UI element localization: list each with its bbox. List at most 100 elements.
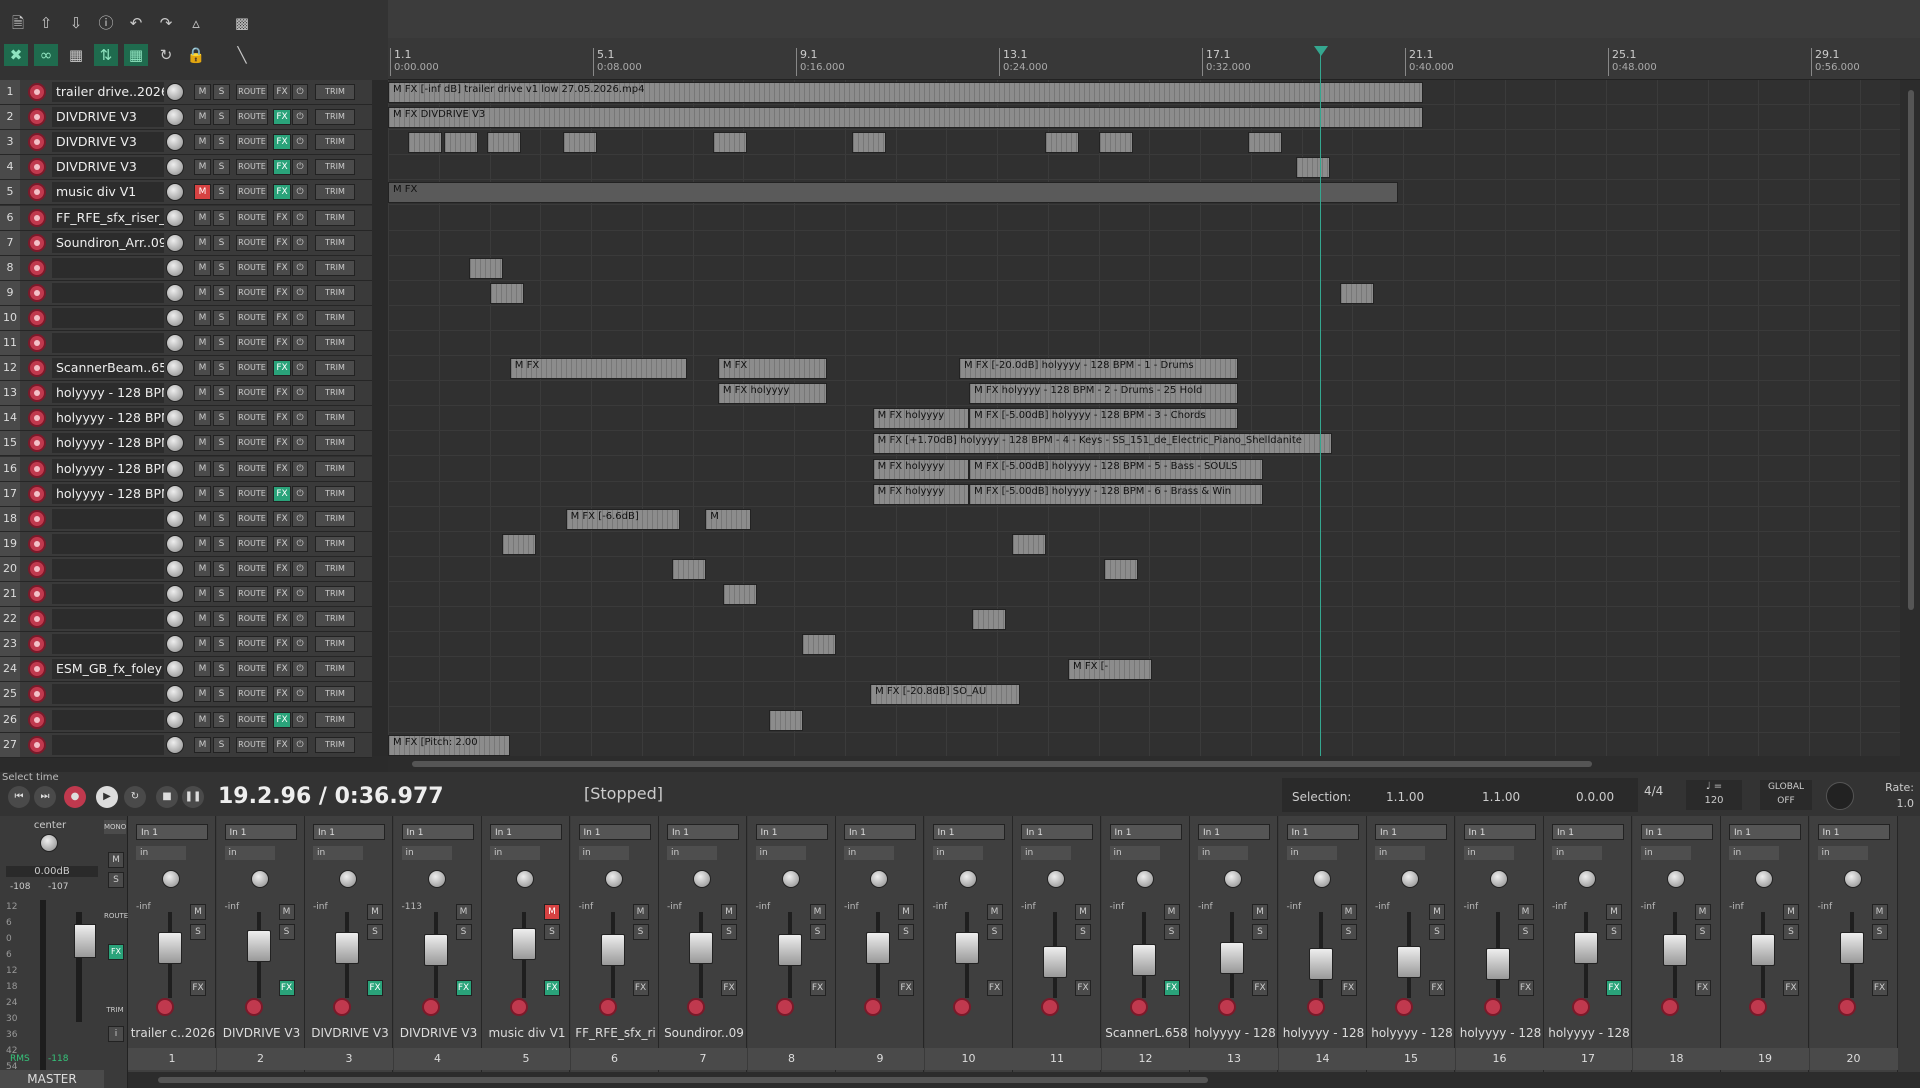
- volume-knob[interactable]: [166, 183, 184, 202]
- solo-button[interactable]: S: [213, 284, 230, 301]
- volume-knob[interactable]: [166, 409, 184, 428]
- strip-mute-button[interactable]: M: [367, 904, 383, 920]
- trim-button[interactable]: TRIM: [315, 234, 355, 251]
- record-arm-icon[interactable]: [28, 334, 46, 352]
- redo-icon[interactable]: ↷: [154, 12, 178, 34]
- strip-fx-button[interactable]: FX: [632, 980, 649, 996]
- strip-mute-button[interactable]: M: [986, 904, 1003, 920]
- track-name[interactable]: ScannerBeam..658: [52, 358, 164, 379]
- volume-fader[interactable]: [158, 932, 182, 964]
- media-item-small[interactable]: [1296, 157, 1331, 179]
- strip-record-arm-icon[interactable]: [864, 998, 882, 1016]
- track-name[interactable]: DIVDRIVE V3: [52, 157, 164, 178]
- solo-button[interactable]: S: [213, 711, 230, 728]
- volume-fader[interactable]: [335, 932, 359, 964]
- media-item[interactable]: M FX DIVDRIVE V3: [388, 107, 1424, 129]
- mute-button[interactable]: M: [194, 611, 211, 628]
- record-arm-icon[interactable]: [28, 559, 46, 578]
- fx-button[interactable]: FX: [273, 284, 291, 301]
- strip-mute-button[interactable]: M: [1871, 904, 1888, 920]
- media-item[interactable]: M FX: [717, 358, 827, 380]
- strip-mute-button[interactable]: M: [809, 904, 826, 920]
- mute-button[interactable]: M: [194, 586, 211, 602]
- strip-name[interactable]: trailer c..2026: [130, 1026, 216, 1040]
- fx-button[interactable]: FX: [273, 586, 291, 602]
- input-monitor-select[interactable]: in: [136, 846, 186, 860]
- solo-button[interactable]: S: [213, 109, 230, 126]
- mute-button[interactable]: M: [194, 711, 211, 728]
- mute-button[interactable]: M: [194, 385, 211, 402]
- strip-solo-button[interactable]: S: [1871, 924, 1888, 940]
- strip-record-arm-icon[interactable]: [1483, 998, 1502, 1016]
- route-button[interactable]: ROUTE: [236, 385, 268, 402]
- solo-button[interactable]: S: [213, 385, 230, 402]
- snap-grid-icon[interactable]: ▦: [64, 44, 88, 66]
- ruler-marker[interactable]: 1.1 0:00.000: [390, 48, 439, 76]
- solo-button[interactable]: S: [213, 636, 230, 653]
- strip-mute-button[interactable]: M: [1252, 904, 1268, 920]
- volume-knob[interactable]: [166, 108, 184, 127]
- selection-display[interactable]: Selection: 1.1.00 1.1.00 0.0.00: [1282, 778, 1638, 812]
- pan-knob[interactable]: [1489, 870, 1508, 888]
- master-route-button[interactable]: ROUTE: [104, 912, 128, 922]
- input-monitor-select[interactable]: in: [401, 846, 452, 860]
- track-lane[interactable]: [388, 733, 1900, 756]
- track-name[interactable]: DIVDRIVE V3: [52, 132, 164, 153]
- solo-button[interactable]: S: [213, 460, 230, 477]
- ripple-edit-icon[interactable]: ✖: [4, 44, 28, 66]
- mixer-scroll-thumb[interactable]: [158, 1077, 1208, 1083]
- track-lane[interactable]: [388, 532, 1900, 557]
- route-button[interactable]: ROUTE: [236, 134, 268, 151]
- strip-mute-button[interactable]: M: [721, 904, 737, 920]
- strip-record-arm-icon[interactable]: [156, 998, 174, 1016]
- volume-knob[interactable]: [166, 158, 184, 177]
- strip-fx-button[interactable]: FX: [278, 980, 295, 996]
- strip-fx-button[interactable]: FX: [544, 980, 560, 996]
- volume-knob[interactable]: [166, 660, 184, 679]
- track-lane[interactable]: [388, 281, 1900, 306]
- input-select[interactable]: In 1: [932, 824, 1005, 840]
- record-arm-icon[interactable]: [28, 534, 46, 553]
- volume-fader[interactable]: [1397, 946, 1421, 978]
- input-select[interactable]: In 1: [313, 824, 385, 840]
- fx-bypass-icon[interactable]: ⏻: [292, 184, 308, 201]
- input-monitor-select[interactable]: in: [224, 846, 275, 860]
- input-monitor-select[interactable]: in: [1198, 846, 1248, 860]
- mute-button[interactable]: M: [194, 410, 211, 427]
- volume-knob[interactable]: [166, 384, 184, 403]
- fx-bypass-icon[interactable]: ⏻: [292, 335, 308, 351]
- media-item-small[interactable]: [1012, 533, 1047, 555]
- strip-solo-button[interactable]: S: [455, 924, 472, 940]
- track-header[interactable]: 9 M S ROUTE FX ⏻ TRIM: [0, 280, 372, 306]
- track-lane[interactable]: [388, 708, 1900, 733]
- mute-button[interactable]: M: [194, 159, 211, 176]
- record-arm-icon[interactable]: [28, 233, 46, 252]
- volume-knob[interactable]: [166, 685, 184, 704]
- fx-bypass-icon[interactable]: ⏻: [292, 159, 308, 176]
- fx-bypass-icon[interactable]: ⏻: [292, 711, 308, 728]
- media-item-small[interactable]: [486, 132, 521, 154]
- strip-mute-button[interactable]: M: [1340, 904, 1357, 920]
- strip-record-arm-icon[interactable]: [687, 998, 705, 1016]
- solo-button[interactable]: S: [213, 535, 230, 552]
- track-header[interactable]: 1 trailer drive..2026 M S ROUTE FX ⏻ TRIM: [0, 80, 372, 105]
- loop-icon[interactable]: ↻: [154, 44, 178, 66]
- horizontal-scroll-thumb[interactable]: [412, 761, 1592, 767]
- track-lane[interactable]: [388, 231, 1900, 256]
- track-number[interactable]: 23: [0, 632, 20, 657]
- track-lane[interactable]: [388, 682, 1900, 708]
- timeline-ruler[interactable]: 1.1 0:00.000 5.1 0:08.000 9.1 0:16.000 13.1 0:2…: [388, 0, 1920, 80]
- fx-bypass-icon[interactable]: ⏻: [292, 84, 308, 100]
- route-button[interactable]: ROUTE: [236, 535, 268, 552]
- record-arm-icon[interactable]: [28, 735, 46, 754]
- trim-button[interactable]: TRIM: [315, 611, 355, 628]
- media-item-small[interactable]: [489, 282, 524, 304]
- volume-knob[interactable]: [166, 283, 184, 302]
- open-project-icon[interactable]: ⇧: [34, 12, 58, 34]
- record-arm-icon[interactable]: [28, 685, 46, 704]
- track-name[interactable]: holyyyy - 128 BPM: [52, 433, 164, 454]
- strip-fx-button[interactable]: FX: [1252, 980, 1268, 996]
- strip-mute-button[interactable]: M: [1163, 904, 1180, 920]
- media-item[interactable]: M FX [-5.00dB] holyyyy - 128 BPM - 5 - B…: [969, 458, 1264, 480]
- mute-button[interactable]: M: [194, 485, 211, 502]
